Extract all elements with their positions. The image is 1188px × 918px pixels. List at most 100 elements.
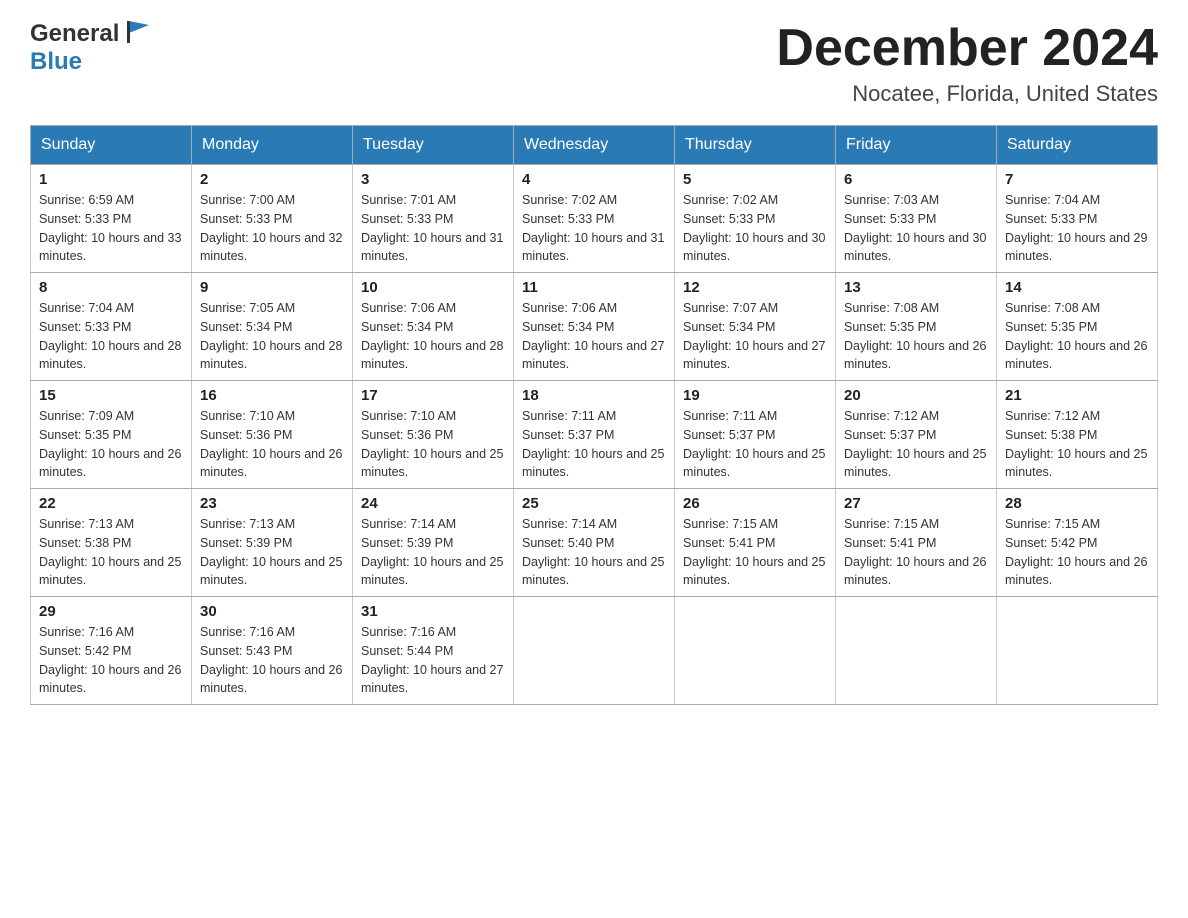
calendar-cell: 19 Sunrise: 7:11 AMSunset: 5:37 PMDaylig…	[675, 381, 836, 489]
day-info: Sunrise: 7:12 AMSunset: 5:37 PMDaylight:…	[844, 409, 986, 479]
day-info: Sunrise: 7:12 AMSunset: 5:38 PMDaylight:…	[1005, 409, 1147, 479]
logo-flag-icon	[121, 17, 151, 47]
day-info: Sunrise: 7:03 AMSunset: 5:33 PMDaylight:…	[844, 193, 986, 263]
calendar-cell: 28 Sunrise: 7:15 AMSunset: 5:42 PMDaylig…	[997, 489, 1158, 597]
day-number: 2	[200, 171, 344, 188]
calendar-cell: 20 Sunrise: 7:12 AMSunset: 5:37 PMDaylig…	[836, 381, 997, 489]
calendar-cell: 24 Sunrise: 7:14 AMSunset: 5:39 PMDaylig…	[353, 489, 514, 597]
calendar-cell: 29 Sunrise: 7:16 AMSunset: 5:42 PMDaylig…	[31, 597, 192, 705]
title-area: December 2024 Nocatee, Florida, United S…	[776, 20, 1158, 107]
calendar-cell: 11 Sunrise: 7:06 AMSunset: 5:34 PMDaylig…	[514, 273, 675, 381]
day-info: Sunrise: 7:09 AMSunset: 5:35 PMDaylight:…	[39, 409, 181, 479]
day-info: Sunrise: 7:15 AMSunset: 5:41 PMDaylight:…	[683, 517, 825, 587]
day-info: Sunrise: 7:06 AMSunset: 5:34 PMDaylight:…	[361, 301, 503, 371]
calendar-cell: 26 Sunrise: 7:15 AMSunset: 5:41 PMDaylig…	[675, 489, 836, 597]
calendar-cell: 2 Sunrise: 7:00 AMSunset: 5:33 PMDayligh…	[192, 165, 353, 273]
day-info: Sunrise: 7:13 AMSunset: 5:39 PMDaylight:…	[200, 517, 342, 587]
calendar-cell: 22 Sunrise: 7:13 AMSunset: 5:38 PMDaylig…	[31, 489, 192, 597]
weekday-header-wednesday: Wednesday	[514, 126, 675, 165]
day-info: Sunrise: 7:16 AMSunset: 5:43 PMDaylight:…	[200, 625, 342, 695]
calendar-cell: 5 Sunrise: 7:02 AMSunset: 5:33 PMDayligh…	[675, 165, 836, 273]
calendar-cell	[675, 597, 836, 705]
calendar-cell: 17 Sunrise: 7:10 AMSunset: 5:36 PMDaylig…	[353, 381, 514, 489]
calendar-cell: 30 Sunrise: 7:16 AMSunset: 5:43 PMDaylig…	[192, 597, 353, 705]
calendar-cell: 4 Sunrise: 7:02 AMSunset: 5:33 PMDayligh…	[514, 165, 675, 273]
day-number: 31	[361, 603, 505, 620]
calendar-cell	[997, 597, 1158, 705]
day-info: Sunrise: 7:10 AMSunset: 5:36 PMDaylight:…	[200, 409, 342, 479]
day-number: 11	[522, 279, 666, 296]
day-info: Sunrise: 7:11 AMSunset: 5:37 PMDaylight:…	[522, 409, 664, 479]
weekday-header-saturday: Saturday	[997, 126, 1158, 165]
calendar-cell: 10 Sunrise: 7:06 AMSunset: 5:34 PMDaylig…	[353, 273, 514, 381]
month-title: December 2024	[776, 20, 1158, 77]
weekday-header-monday: Monday	[192, 126, 353, 165]
day-info: Sunrise: 7:00 AMSunset: 5:33 PMDaylight:…	[200, 193, 342, 263]
calendar-cell: 27 Sunrise: 7:15 AMSunset: 5:41 PMDaylig…	[836, 489, 997, 597]
day-number: 24	[361, 495, 505, 512]
page-header: General Blue December 2024 Nocatee, Flor…	[30, 20, 1158, 107]
calendar-cell: 13 Sunrise: 7:08 AMSunset: 5:35 PMDaylig…	[836, 273, 997, 381]
day-info: Sunrise: 7:05 AMSunset: 5:34 PMDaylight:…	[200, 301, 342, 371]
day-number: 16	[200, 387, 344, 404]
day-number: 21	[1005, 387, 1149, 404]
day-info: Sunrise: 7:06 AMSunset: 5:34 PMDaylight:…	[522, 301, 664, 371]
calendar-week-row: 22 Sunrise: 7:13 AMSunset: 5:38 PMDaylig…	[31, 489, 1158, 597]
weekday-header-tuesday: Tuesday	[353, 126, 514, 165]
day-info: Sunrise: 7:13 AMSunset: 5:38 PMDaylight:…	[39, 517, 181, 587]
weekday-header-sunday: Sunday	[31, 126, 192, 165]
day-info: Sunrise: 7:16 AMSunset: 5:44 PMDaylight:…	[361, 625, 503, 695]
calendar-cell: 9 Sunrise: 7:05 AMSunset: 5:34 PMDayligh…	[192, 273, 353, 381]
day-number: 27	[844, 495, 988, 512]
day-info: Sunrise: 7:11 AMSunset: 5:37 PMDaylight:…	[683, 409, 825, 479]
day-number: 3	[361, 171, 505, 188]
day-number: 22	[39, 495, 183, 512]
calendar-cell	[836, 597, 997, 705]
day-number: 18	[522, 387, 666, 404]
logo-general-text: General	[30, 20, 119, 48]
location-subtitle: Nocatee, Florida, United States	[776, 81, 1158, 107]
calendar-cell: 21 Sunrise: 7:12 AMSunset: 5:38 PMDaylig…	[997, 381, 1158, 489]
day-info: Sunrise: 7:10 AMSunset: 5:36 PMDaylight:…	[361, 409, 503, 479]
day-info: Sunrise: 7:07 AMSunset: 5:34 PMDaylight:…	[683, 301, 825, 371]
day-number: 30	[200, 603, 344, 620]
day-number: 28	[1005, 495, 1149, 512]
calendar-week-row: 1 Sunrise: 6:59 AMSunset: 5:33 PMDayligh…	[31, 165, 1158, 273]
day-info: Sunrise: 7:16 AMSunset: 5:42 PMDaylight:…	[39, 625, 181, 695]
day-number: 26	[683, 495, 827, 512]
day-number: 8	[39, 279, 183, 296]
day-number: 20	[844, 387, 988, 404]
day-info: Sunrise: 7:02 AMSunset: 5:33 PMDaylight:…	[522, 193, 664, 263]
day-info: Sunrise: 7:15 AMSunset: 5:41 PMDaylight:…	[844, 517, 986, 587]
day-number: 5	[683, 171, 827, 188]
calendar-cell: 8 Sunrise: 7:04 AMSunset: 5:33 PMDayligh…	[31, 273, 192, 381]
day-info: Sunrise: 7:04 AMSunset: 5:33 PMDaylight:…	[39, 301, 181, 371]
day-number: 13	[844, 279, 988, 296]
day-info: Sunrise: 7:08 AMSunset: 5:35 PMDaylight:…	[1005, 301, 1147, 371]
weekday-header-row: SundayMondayTuesdayWednesdayThursdayFrid…	[31, 126, 1158, 165]
day-info: Sunrise: 7:04 AMSunset: 5:33 PMDaylight:…	[1005, 193, 1147, 263]
calendar-cell: 16 Sunrise: 7:10 AMSunset: 5:36 PMDaylig…	[192, 381, 353, 489]
weekday-header-thursday: Thursday	[675, 126, 836, 165]
logo: General Blue	[30, 20, 151, 76]
calendar-week-row: 15 Sunrise: 7:09 AMSunset: 5:35 PMDaylig…	[31, 381, 1158, 489]
calendar-cell: 15 Sunrise: 7:09 AMSunset: 5:35 PMDaylig…	[31, 381, 192, 489]
calendar-cell: 12 Sunrise: 7:07 AMSunset: 5:34 PMDaylig…	[675, 273, 836, 381]
day-number: 7	[1005, 171, 1149, 188]
day-info: Sunrise: 7:15 AMSunset: 5:42 PMDaylight:…	[1005, 517, 1147, 587]
day-number: 10	[361, 279, 505, 296]
day-number: 19	[683, 387, 827, 404]
calendar-week-row: 8 Sunrise: 7:04 AMSunset: 5:33 PMDayligh…	[31, 273, 1158, 381]
day-info: Sunrise: 7:14 AMSunset: 5:39 PMDaylight:…	[361, 517, 503, 587]
calendar-cell: 6 Sunrise: 7:03 AMSunset: 5:33 PMDayligh…	[836, 165, 997, 273]
day-number: 25	[522, 495, 666, 512]
day-info: Sunrise: 7:01 AMSunset: 5:33 PMDaylight:…	[361, 193, 503, 263]
day-number: 15	[39, 387, 183, 404]
day-number: 12	[683, 279, 827, 296]
day-info: Sunrise: 6:59 AMSunset: 5:33 PMDaylight:…	[39, 193, 181, 263]
calendar-cell: 25 Sunrise: 7:14 AMSunset: 5:40 PMDaylig…	[514, 489, 675, 597]
weekday-header-friday: Friday	[836, 126, 997, 165]
calendar-week-row: 29 Sunrise: 7:16 AMSunset: 5:42 PMDaylig…	[31, 597, 1158, 705]
day-info: Sunrise: 7:08 AMSunset: 5:35 PMDaylight:…	[844, 301, 986, 371]
calendar-cell: 31 Sunrise: 7:16 AMSunset: 5:44 PMDaylig…	[353, 597, 514, 705]
